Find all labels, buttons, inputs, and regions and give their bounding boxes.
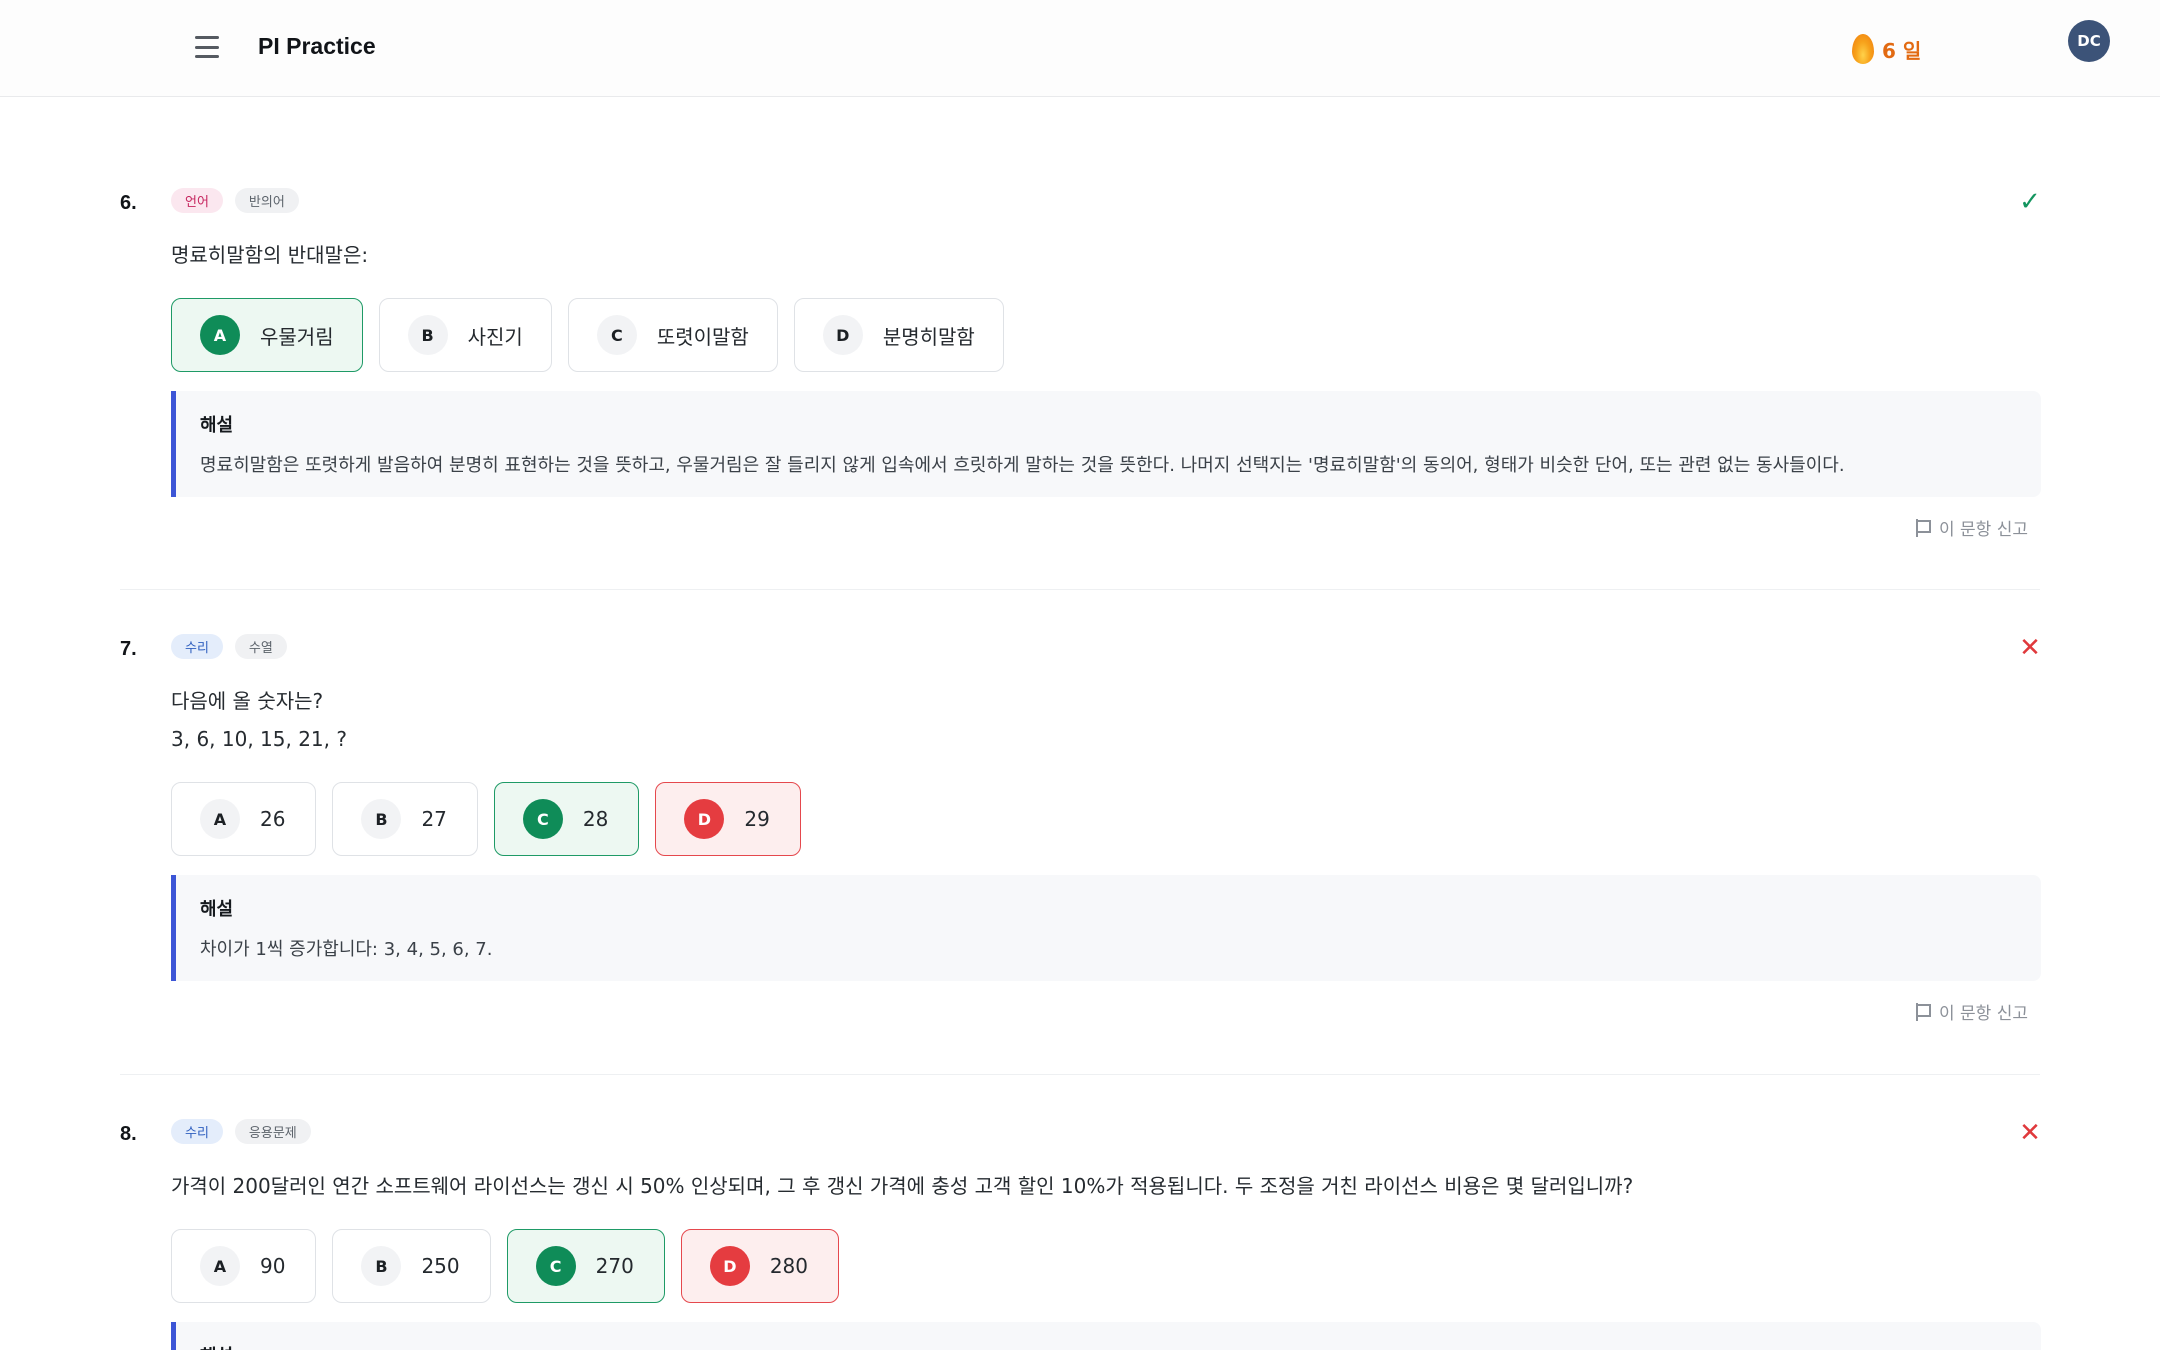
explanation-title: 해설: [200, 899, 234, 920]
incorrect-x-icon: ✕: [2019, 1118, 2041, 1148]
answer-options: A 우물거림 B 사진기 C 또렷이말함 D 분명히말함: [171, 298, 1004, 372]
option-text: 29: [744, 807, 770, 831]
option-c[interactable]: C 또렷이말함: [567, 298, 778, 372]
category-tag: 수리: [171, 1119, 223, 1144]
option-a[interactable]: A 우물거림: [171, 298, 363, 372]
option-a[interactable]: A 26: [171, 782, 317, 856]
option-letter: A: [200, 799, 240, 839]
option-text: 28: [582, 807, 609, 831]
option-c[interactable]: C 270: [506, 1229, 665, 1303]
report-label: 이 문항 신고: [1938, 520, 2028, 540]
flag-icon: [1915, 1002, 1931, 1021]
option-text: 27: [421, 807, 447, 831]
explanation-text: 차이가 1씩 증가합니다: 3, 4, 5, 6, 7.: [200, 939, 493, 960]
question-tags: 언어 반의어: [171, 188, 299, 213]
report-question-link[interactable]: 이 문항 신고: [1915, 515, 2028, 540]
question-number: 7.: [120, 638, 137, 660]
explanation-text: 명료히말함은 또렷하게 발음하여 분명히 표현하는 것을 뜻하고, 우물거림은 …: [200, 455, 1845, 476]
option-d[interactable]: D 29: [655, 782, 801, 856]
explanation-title: 해설: [200, 1342, 2017, 1350]
option-text: 270: [595, 1254, 634, 1278]
option-text: 250: [421, 1254, 460, 1278]
option-letter: C: [596, 315, 637, 355]
answer-options: A 26 B 27 C 28 D 29: [171, 782, 801, 856]
hamburger-menu-icon[interactable]: [190, 32, 224, 62]
option-text: 90: [260, 1254, 286, 1278]
question-tags: 수리 수열: [171, 634, 287, 659]
streak-days: 6 일: [1882, 38, 1922, 63]
category-tag: 언어: [171, 188, 223, 213]
option-text: 분명히말함: [882, 324, 975, 349]
option-text: 또렷이말함: [656, 324, 749, 349]
report-question-link[interactable]: 이 문항 신고: [1915, 999, 2028, 1024]
explanation-box: 해설: [171, 1322, 2041, 1350]
flame-icon: [1852, 34, 1874, 64]
question-divider: [120, 1074, 2040, 1075]
report-label: 이 문항 신고: [1938, 1004, 2028, 1024]
explanation-box: 해설 차이가 1씩 증가합니다: 3, 4, 5, 6, 7.: [171, 875, 2041, 981]
option-b[interactable]: B 27: [332, 782, 478, 856]
avatar[interactable]: DC: [2068, 20, 2110, 62]
subcategory-tag: 반의어: [234, 188, 299, 213]
correct-check-icon: ✓: [2019, 187, 2041, 217]
option-text: 26: [260, 807, 286, 831]
question-number: 6.: [120, 192, 137, 214]
category-tag: 수리: [171, 634, 223, 659]
option-b[interactable]: B 250: [332, 1229, 491, 1303]
explanation-box: 해설 명료히말함은 또렷하게 발음하여 분명히 표현하는 것을 뜻하고, 우물거…: [171, 391, 2041, 497]
streak-indicator: 6 일: [1852, 34, 1921, 64]
option-letter: D: [684, 799, 725, 839]
incorrect-x-icon: ✕: [2019, 633, 2041, 663]
option-letter: D: [709, 1246, 750, 1286]
option-letter: C: [522, 799, 563, 839]
option-text: 우물거림: [260, 324, 334, 349]
question-prompt-line-1: 다음에 올 숫자는?: [171, 689, 324, 713]
explanation-title: 해설: [200, 415, 234, 436]
flag-icon: [1915, 518, 1931, 537]
option-letter: B: [361, 1246, 402, 1286]
answer-options: A 90 B 250 C 270 D 280: [171, 1229, 840, 1303]
question-divider: [120, 589, 2040, 590]
option-letter: A: [200, 1246, 240, 1286]
option-letter: C: [535, 1246, 576, 1286]
option-letter: A: [200, 315, 240, 355]
question-prompt: 가격이 200달러인 연간 소프트웨어 라이선스는 갱신 시 50% 인상되며,…: [171, 1174, 1634, 1198]
question-number: 8.: [120, 1123, 137, 1145]
top-bar: PI Practice 6 일 DC: [0, 0, 2160, 97]
option-text: 280: [769, 1254, 809, 1278]
option-letter: B: [407, 315, 448, 355]
option-text: 사진기: [467, 324, 523, 349]
subcategory-tag: 응용문제: [234, 1119, 311, 1144]
option-b[interactable]: B 사진기: [378, 298, 552, 372]
option-letter: B: [361, 799, 402, 839]
app-title: PI Practice: [258, 33, 376, 59]
option-c[interactable]: C 28: [493, 782, 640, 856]
option-a[interactable]: A 90: [171, 1229, 317, 1303]
question-prompt-line-2: 3, 6, 10, 15, 21, ?: [171, 727, 347, 751]
question-tags: 수리 응용문제: [171, 1119, 311, 1144]
question-prompt: 명료히말함의 반대말은:: [171, 243, 369, 267]
option-d[interactable]: D 280: [680, 1229, 840, 1303]
option-d[interactable]: D 분명히말함: [793, 298, 1004, 372]
subcategory-tag: 수열: [234, 634, 287, 659]
option-letter: D: [822, 315, 863, 355]
